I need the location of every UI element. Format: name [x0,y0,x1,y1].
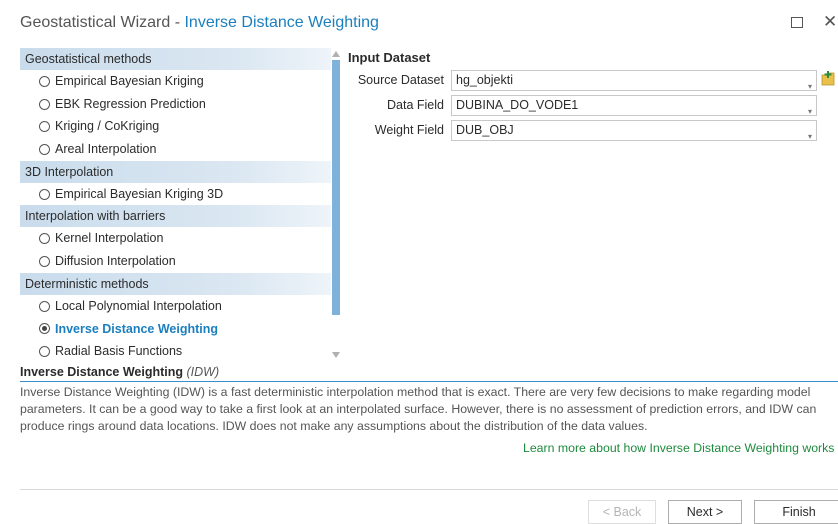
method-option[interactable]: Areal Interpolation [20,138,331,161]
title-separator: - [170,14,185,31]
radio-selected-icon[interactable] [39,323,50,335]
method-option-label: Areal Interpolation [55,142,157,157]
back-button[interactable]: < Back [588,500,656,524]
chevron-down-icon[interactable]: ▾ [808,127,812,146]
data-field-label: Data Field [387,98,444,112]
maximize-icon[interactable] [791,17,803,28]
description-line: Inverse Distance Weighting (IDW) is a fa… [20,385,811,399]
method-option-label: Radial Basis Functions [55,344,183,359]
method-option-label: Diffusion Interpolation [55,254,176,269]
source-dataset-label: Source Dataset [357,73,444,87]
description-divider [20,381,838,382]
app-title: Geostatistical Wizard [20,14,171,31]
method-category-header: Interpolation with barriers [20,205,331,228]
input-dataset-section: Input Dataset Source Dataset hg_objekti … [348,50,838,141]
chevron-down-icon[interactable]: ▾ [808,102,812,121]
radio-icon[interactable] [39,121,50,133]
scroll-thumb[interactable] [332,60,340,315]
method-option-label: EBK Regression Prediction [55,96,206,111]
method-option-label: Empirical Bayesian Kriging [55,74,204,88]
method-option[interactable]: Kernel Interpolation [20,227,331,250]
method-option[interactable]: Kriging / CoKriging [20,115,331,138]
method-list-scrollbar[interactable] [331,48,341,360]
method-description: Inverse Distance Weighting (IDW) is a fa… [20,384,838,435]
method-option-label: Local Polynomial Interpolation [55,298,222,313]
source-dataset-value: hg_objekti [456,73,513,87]
window-title: Geostatistical Wizard - Inverse Distance… [20,14,379,32]
method-option[interactable]: Local Polynomial Interpolation [20,295,331,318]
wizard-subtitle: Inverse Distance Weighting [184,14,379,31]
method-description-title: Inverse Distance Weighting (IDW) [20,365,219,379]
method-name: Inverse Distance Weighting [20,365,184,379]
method-option-label: Empirical Bayesian Kriging 3D [55,186,224,201]
weight-field-value: DUB_OBJ [456,123,514,137]
description-line: produce rings around data locations. IDW… [20,419,648,433]
close-icon[interactable]: ✕ [823,12,837,32]
method-option-label: Kernel Interpolation [55,231,164,246]
method-option[interactable]: Inverse Distance Weighting [20,318,331,341]
radio-icon[interactable] [39,143,50,155]
radio-icon[interactable] [39,346,50,358]
method-category-header: Geostatistical methods [20,48,331,70]
radio-icon[interactable] [39,255,50,267]
method-option-label: Inverse Distance Weighting [55,321,219,336]
next-button[interactable]: Next > [668,500,742,524]
radio-icon[interactable] [39,188,50,200]
weight-field-label: Weight Field [374,123,444,137]
radio-icon[interactable] [39,75,50,87]
method-option[interactable]: Radial Basis Functions [20,340,331,360]
data-field-row: Data Field DUBINA_DO_VODE1 ▾ [348,95,838,116]
method-option[interactable]: Empirical Bayesian Kriging 3D [20,183,331,206]
scroll-up-icon[interactable] [332,51,340,57]
method-abbreviation: (IDW) [186,365,220,379]
source-dataset-row: Source Dataset hg_objekti ▾ [348,70,838,91]
chevron-down-icon[interactable]: ▾ [808,77,812,96]
method-category-header: Deterministic methods [20,272,331,295]
radio-icon[interactable] [39,98,50,110]
add-data-icon[interactable] [821,70,835,86]
source-dataset-select[interactable]: hg_objekti ▾ [451,70,817,91]
weight-field-row: Weight Field DUB_OBJ ▾ [348,120,838,141]
weight-field-select[interactable]: DUB_OBJ ▾ [451,120,817,141]
input-dataset-title: Input Dataset [348,50,431,65]
finish-button[interactable]: Finish [754,500,838,524]
data-field-select[interactable]: DUBINA_DO_VODE1 ▾ [451,95,817,116]
radio-icon[interactable] [39,233,50,245]
method-list: Geostatistical methods Empirical Bayesian… [20,48,331,360]
footer-divider [20,489,838,490]
method-category-header: 3D Interpolation [20,160,331,183]
learn-more-link[interactable]: Learn more about how Inverse Distance We… [523,441,834,455]
method-option[interactable]: Diffusion Interpolation [20,250,331,273]
description-line: parameters. It can be a good way to take… [20,402,817,416]
title-bar: Geostatistical Wizard - Inverse Distance… [0,0,838,44]
radio-icon[interactable] [39,300,50,312]
method-option-label: Kriging / CoKriging [55,119,160,134]
scroll-down-icon[interactable] [332,352,340,358]
method-option[interactable]: Empirical Bayesian Kriging [20,70,331,93]
method-option[interactable]: EBK Regression Prediction [20,93,331,116]
data-field-value: DUBINA_DO_VODE1 [456,98,579,112]
